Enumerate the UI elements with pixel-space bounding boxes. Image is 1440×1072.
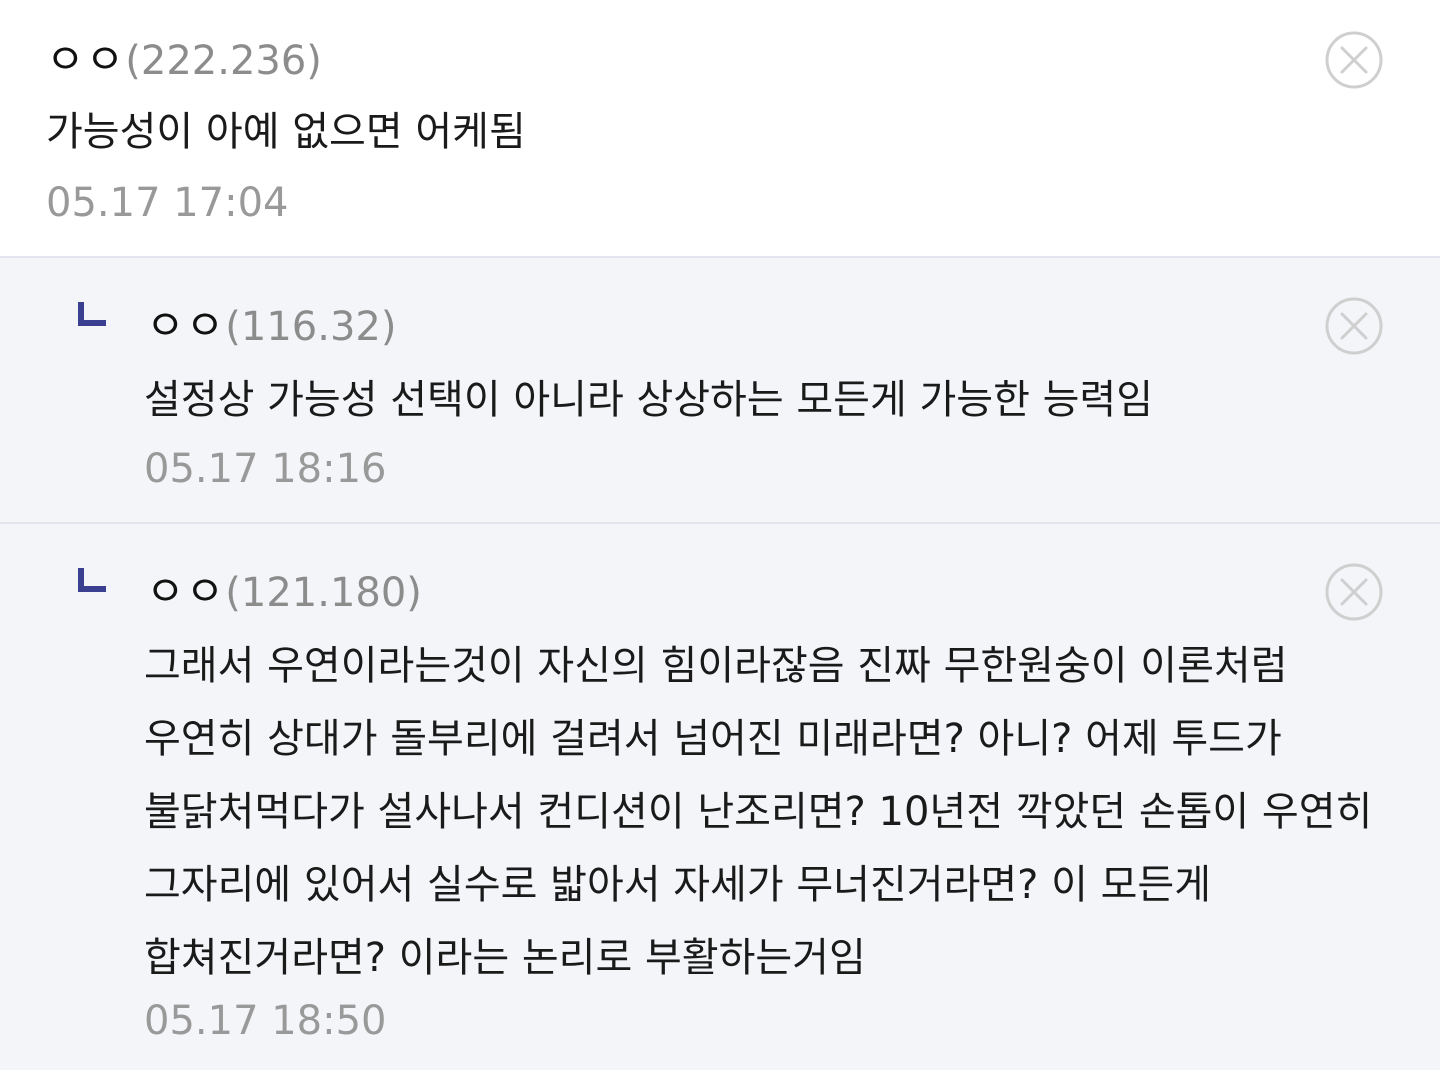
comment-nickname[interactable]: ㅇㅇ [46, 26, 125, 87]
comment-ip: (222.236) [125, 38, 322, 84]
reply-arrow-icon [78, 568, 106, 592]
reply-text: 그래서 우연이라는것이 자신의 힘이라잖음 진짜 무한원숭이 이론처럼 우연히 … [144, 643, 1373, 981]
comment-header: ㅇㅇ (222.236) [46, 26, 322, 87]
reply-arrow-icon [78, 302, 106, 326]
reply-item: ㅇㅇ (121.180) 그래서 우연이라는것이 자신의 힘이라잖음 진짜 무한… [0, 524, 1440, 1070]
reply-timestamp: 05.17 18:16 [144, 446, 387, 492]
delete-reply-button[interactable] [1324, 562, 1384, 622]
comment-item: ㅇㅇ (222.236) 가능성이 아예 없으면 어케됨 05.17 17:04 [0, 0, 1440, 258]
close-circle-icon [1325, 563, 1383, 621]
close-circle-icon [1325, 297, 1383, 355]
reply-ip: (121.180) [225, 570, 422, 616]
reply-timestamp: 05.17 18:50 [144, 998, 387, 1044]
reply-nickname[interactable]: ㅇㅇ [146, 292, 225, 353]
reply-text: 설정상 가능성 선택이 아니라 상상하는 모든게 가능한 능력임 [144, 377, 1154, 423]
delete-comment-button[interactable] [1324, 30, 1384, 90]
reply-ip: (116.32) [225, 304, 397, 350]
comment-timestamp: 05.17 17:04 [46, 180, 289, 226]
close-circle-icon [1325, 31, 1383, 89]
reply-header: ㅇㅇ (116.32) [146, 292, 396, 353]
reply-item: ㅇㅇ (116.32) 설정상 가능성 선택이 아니라 상상하는 모든게 가능한… [0, 258, 1440, 524]
reply-nickname[interactable]: ㅇㅇ [146, 558, 225, 619]
delete-reply-button[interactable] [1324, 296, 1384, 356]
comment-text: 가능성이 아예 없으면 어케됨 [46, 109, 526, 155]
reply-header: ㅇㅇ (121.180) [146, 558, 422, 619]
